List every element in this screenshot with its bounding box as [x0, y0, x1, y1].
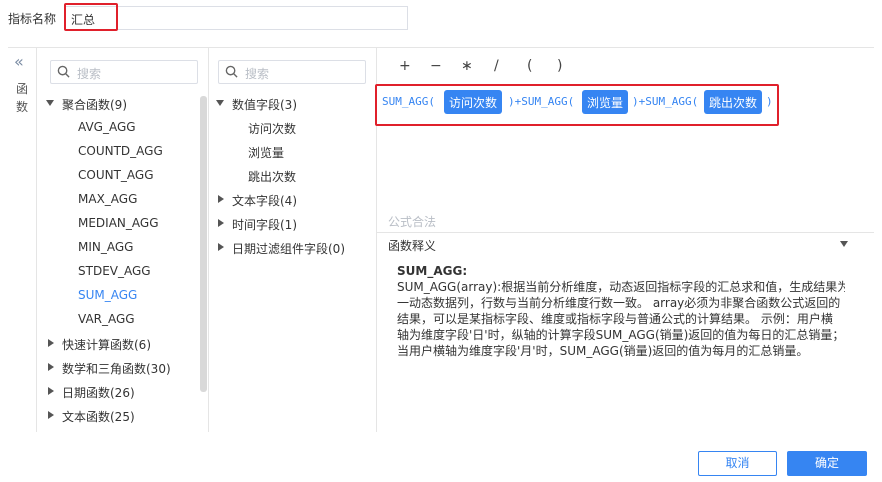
- caret-down-icon[interactable]: [46, 100, 54, 106]
- caret-right-icon[interactable]: [218, 243, 224, 251]
- function-search-placeholder: 搜索: [77, 67, 102, 81]
- caret-right-icon[interactable]: [48, 363, 54, 371]
- highlight-box-formula: [375, 84, 779, 126]
- function-doc-line: 当用户横轴为维度字段'月'时，SUM_AGG(销量)返回的值为每月的汇总销量。: [397, 344, 809, 358]
- cancel-button[interactable]: 取消: [698, 451, 777, 476]
- function-item[interactable]: COUNTD_AGG: [78, 144, 163, 158]
- collapse-column: « 函数: [8, 48, 36, 432]
- function-group-date[interactable]: 日期函数(26): [62, 384, 135, 401]
- caret-right-icon[interactable]: [48, 411, 54, 419]
- function-panel-scrollbar[interactable]: [200, 96, 207, 392]
- caret-down-icon[interactable]: [216, 100, 224, 106]
- search-icon: [225, 65, 238, 78]
- field-group-text[interactable]: 文本字段(4): [232, 192, 297, 209]
- function-item-selected[interactable]: SUM_AGG: [78, 288, 137, 302]
- formula-status: 公式合法: [388, 215, 437, 229]
- plus-operator-button[interactable]: +: [399, 58, 411, 74]
- confirm-button[interactable]: 确定: [787, 451, 867, 476]
- indicator-name-label: 指标名称: [8, 12, 57, 26]
- divide-operator-button[interactable]: /: [494, 58, 499, 74]
- explain-title[interactable]: 函数释义: [388, 237, 436, 254]
- close-paren-button[interactable]: ): [557, 58, 562, 74]
- function-doc-line: SUM_AGG(array):根据当前分析维度，动态返回指标字段的汇总求和值，生…: [397, 280, 845, 294]
- divider-mid: [208, 48, 209, 432]
- field-item[interactable]: 访问次数: [248, 120, 296, 137]
- status-divider: [377, 232, 874, 233]
- minus-operator-button[interactable]: −: [430, 58, 442, 74]
- function-item[interactable]: COUNT_AGG: [78, 168, 154, 182]
- function-group-aggregate[interactable]: 聚合函数(9): [62, 96, 127, 113]
- caret-down-icon[interactable]: [840, 241, 848, 247]
- function-doc-line: 结果，可以是某指标字段、维度或指标字段与普通公式的计算结果。 示例：用户横: [397, 312, 833, 326]
- caret-right-icon[interactable]: [48, 387, 54, 395]
- field-item[interactable]: 浏览量: [248, 144, 284, 161]
- function-group-math[interactable]: 数学和三角函数(30): [62, 360, 171, 377]
- collapse-label[interactable]: 函数: [16, 80, 30, 116]
- open-paren-button[interactable]: (: [527, 58, 532, 74]
- top-divider: [8, 47, 874, 48]
- function-doc-line: 一动态数据列，行数与当前分析维度行数一致。 array必须为非聚合函数公式返回的: [397, 296, 841, 310]
- field-search-placeholder: 搜索: [245, 67, 270, 81]
- function-item[interactable]: MIN_AGG: [78, 240, 133, 254]
- field-group-numeric[interactable]: 数值字段(3): [232, 96, 297, 113]
- field-search-input[interactable]: 搜索: [218, 60, 366, 84]
- field-group-datefilter[interactable]: 日期过滤组件字段(0): [232, 240, 345, 257]
- multiply-operator-button[interactable]: ∗: [461, 58, 473, 74]
- divider-left: [36, 48, 37, 432]
- function-doc: SUM_AGG: SUM_AGG(array):根据当前分析维度，动态返回指标字…: [397, 263, 845, 359]
- field-group-time[interactable]: 时间字段(1): [232, 216, 297, 233]
- function-item[interactable]: STDEV_AGG: [78, 264, 151, 278]
- highlight-box-name: [64, 3, 118, 31]
- function-search-input[interactable]: 搜索: [50, 60, 198, 84]
- caret-right-icon[interactable]: [48, 339, 54, 347]
- function-group-text[interactable]: 文本函数(25): [62, 408, 135, 425]
- function-item[interactable]: AVG_AGG: [78, 120, 136, 134]
- function-item[interactable]: MEDIAN_AGG: [78, 216, 159, 230]
- search-icon: [57, 65, 70, 78]
- field-item[interactable]: 跳出次数: [248, 168, 296, 185]
- function-doc-name: SUM_AGG:: [397, 264, 468, 278]
- function-item[interactable]: VAR_AGG: [78, 312, 135, 326]
- caret-right-icon[interactable]: [218, 219, 224, 227]
- function-doc-line: 轴为维度字段'日'时，纵轴的计算字段SUM_AGG(销量)返回的值为每日的汇总销…: [397, 328, 845, 342]
- caret-right-icon[interactable]: [218, 195, 224, 203]
- function-item[interactable]: MAX_AGG: [78, 192, 137, 206]
- function-group-quickcalc[interactable]: 快速计算函数(6): [62, 336, 151, 353]
- double-chevron-left-icon[interactable]: «: [14, 52, 24, 71]
